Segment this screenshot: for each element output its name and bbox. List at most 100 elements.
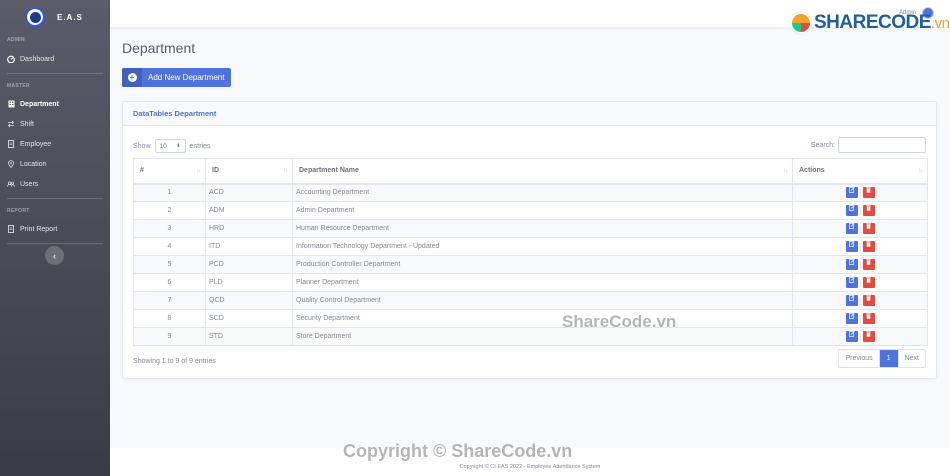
- pagination-previous[interactable]: Previous: [839, 350, 880, 367]
- row-number: 6: [133, 273, 206, 292]
- edit-button[interactable]: [845, 331, 858, 342]
- sidebar-item-shift[interactable]: Shift: [0, 114, 110, 134]
- users-icon: [7, 180, 15, 188]
- edit-icon: [848, 205, 855, 211]
- sidebar-item-label: Users: [20, 180, 39, 188]
- delete-button[interactable]: [862, 277, 875, 288]
- action-separator: [859, 278, 861, 287]
- column-header-name[interactable]: Department Name ↑↓: [292, 158, 793, 185]
- table-row: 1 ACD Accounting Department: [133, 183, 928, 202]
- column-header-id[interactable]: ID ↑↓: [205, 158, 293, 185]
- department-id: HRD: [205, 219, 293, 238]
- trash-icon: [866, 295, 871, 301]
- row-actions: [792, 273, 928, 292]
- pagination-page-1[interactable]: 1: [879, 350, 899, 367]
- trash-icon: [866, 259, 871, 265]
- table-row: 6 PLD Planner Department: [133, 273, 928, 292]
- table-row: 2 ADM Admin Department: [133, 201, 928, 220]
- department-id: SCD: [205, 309, 293, 328]
- watermark-middle: ShareCode.vn: [562, 312, 677, 331]
- edit-icon: [848, 295, 855, 301]
- delete-button[interactable]: [862, 223, 875, 234]
- table-row: 9 STD Store Department: [133, 327, 928, 346]
- action-separator: [859, 296, 861, 305]
- sidebar-item-users[interactable]: Users: [0, 174, 110, 194]
- pagination-next[interactable]: Next: [899, 350, 925, 367]
- sidebar-item-label: Dashboard: [20, 55, 55, 63]
- trash-icon: [866, 223, 871, 229]
- datatable-controls: Show 10 ⬍ entries Search:: [133, 137, 926, 153]
- entries-select[interactable]: 10 ⬍: [154, 139, 186, 153]
- sidebar-item-location[interactable]: Location: [0, 154, 110, 174]
- sort-icon: ↑↓: [283, 168, 288, 174]
- column-header-actions[interactable]: Actions ↑↓: [792, 158, 928, 185]
- brand-logo: [25, 7, 45, 27]
- sidebar-heading-report: REPORT: [7, 208, 30, 214]
- table-row: 8 SCD Security Department: [133, 309, 928, 328]
- department-card: DataTables Department Show 10 ⬍ entries …: [122, 101, 937, 379]
- edit-button[interactable]: [845, 205, 858, 216]
- watermark-logo: SHARECODE.vn: [790, 12, 950, 34]
- delete-button[interactable]: [862, 259, 875, 270]
- watermark-logo-text: SHARECODE: [814, 12, 931, 33]
- sidebar-brand[interactable]: E.A.S: [0, 0, 110, 34]
- brand-title: E.A.S: [57, 12, 83, 22]
- plus-circle-icon: +: [122, 68, 142, 87]
- delete-button[interactable]: [862, 295, 875, 306]
- row-number: 5: [133, 255, 206, 274]
- id-card-icon: [7, 140, 15, 148]
- row-actions: [792, 255, 928, 274]
- sort-icon: ↑↓: [918, 168, 923, 174]
- sidebar-item-department[interactable]: Department: [0, 94, 110, 114]
- department-name: Accounting Department: [292, 183, 793, 202]
- row-number: 1: [133, 183, 206, 202]
- sidebar-heading-admin: ADMIN: [7, 37, 25, 43]
- delete-button[interactable]: [862, 331, 875, 342]
- edit-icon: [848, 331, 855, 337]
- sidebar-item-label: Employee: [20, 140, 52, 148]
- row-actions: [792, 183, 928, 202]
- report-icon: [7, 225, 15, 233]
- trash-icon: [866, 187, 871, 193]
- edit-icon: [848, 187, 855, 194]
- sidebar-toggle-button[interactable]: ‹: [45, 246, 64, 265]
- sidebar-item-employee[interactable]: Employee: [0, 134, 110, 154]
- department-id: PCD: [205, 255, 293, 274]
- trash-icon: [866, 205, 871, 211]
- trash-icon: [866, 241, 871, 247]
- delete-button[interactable]: [862, 313, 875, 324]
- edit-button[interactable]: [845, 295, 858, 306]
- edit-icon: [848, 241, 855, 247]
- department-name: Human Resource Department: [292, 219, 793, 238]
- add-department-button[interactable]: + Add New Department: [122, 68, 231, 87]
- department-name: Admin Department: [292, 201, 793, 220]
- delete-button[interactable]: [862, 205, 875, 216]
- action-separator: [859, 260, 861, 269]
- department-id: STD: [205, 327, 293, 346]
- department-id: ITD: [205, 237, 293, 256]
- edit-button[interactable]: [845, 223, 858, 234]
- table-info: Showing 1 to 9 of 9 entries: [133, 358, 216, 365]
- row-actions: [792, 237, 928, 256]
- delete-button[interactable]: [862, 241, 875, 252]
- dashboard-icon: [7, 55, 15, 63]
- department-name: Production Controller Department: [292, 255, 793, 274]
- edit-button[interactable]: [845, 313, 858, 324]
- row-actions: [792, 201, 928, 220]
- action-separator: [859, 332, 861, 341]
- edit-button[interactable]: [845, 277, 858, 288]
- sidebar-item-dashboard[interactable]: Dashboard: [0, 49, 110, 69]
- sort-asc-icon: ↑↓: [196, 168, 201, 174]
- updown-icon: ⬍: [176, 143, 181, 149]
- footer-copyright: Copyright © CI EAS 2022 - Employee Atten…: [459, 464, 601, 470]
- show-entries: Show 10 ⬍ entries: [133, 139, 211, 153]
- edit-icon: [848, 259, 855, 265]
- sidebar-item-print-report[interactable]: Print Report: [0, 219, 110, 239]
- edit-button[interactable]: [845, 259, 858, 270]
- edit-button[interactable]: [845, 241, 858, 252]
- search-input[interactable]: [838, 137, 926, 153]
- column-header-no[interactable]: # ↑↓: [133, 158, 206, 185]
- delete-button[interactable]: [862, 187, 875, 199]
- table-row: 4 ITD Information Technology Department - …: [133, 237, 928, 256]
- edit-button[interactable]: [845, 187, 858, 199]
